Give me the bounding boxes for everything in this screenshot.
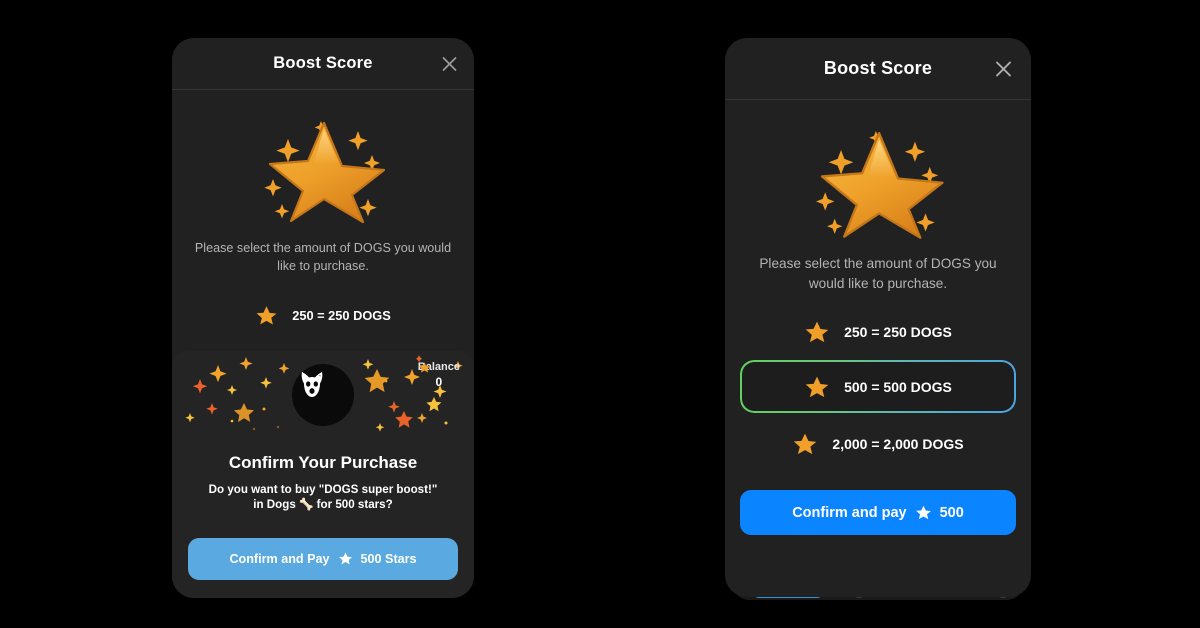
- option-row[interactable]: 250 = 250 DOGS: [172, 304, 474, 327]
- sheet-subtitle-line2: in Dogs 🦴 for 500 stars?: [253, 497, 393, 511]
- sheet-subtitle-line1: Do you want to buy "DOGS super boost!": [208, 483, 438, 496]
- confirm-and-pay-button[interactable]: Confirm and pay 500: [740, 490, 1016, 536]
- star-icon: [805, 376, 829, 398]
- balance-value-row: 0: [418, 362, 460, 389]
- dialog-header-left: Boost Score: [172, 38, 474, 90]
- confirm-button-prefix: Confirm and Pay: [229, 551, 330, 566]
- page-title: Boost Score: [273, 54, 373, 72]
- option-row-selected[interactable]: 500 = 500 DOGS: [740, 360, 1016, 414]
- screenshot-stage: Boost Score Please select the amount of …: [0, 0, 1200, 628]
- star-icon: [418, 362, 430, 373]
- close-icon[interactable]: [994, 59, 1013, 78]
- star-illustration: [172, 98, 474, 233]
- star-icon: [794, 434, 817, 455]
- sparkle-decoration: Balance 0: [172, 351, 474, 439]
- purchase-description: Please select the amount of DOGS you wou…: [194, 241, 452, 274]
- balance-indicator: Balance 0: [418, 361, 460, 389]
- purchase-description: Please select the amount of DOGS you wou…: [759, 256, 997, 291]
- dialog-header-right: Boost Score: [725, 38, 1031, 100]
- option-label: 500 = 500 DOGS: [844, 378, 952, 395]
- star-icon: [338, 552, 352, 565]
- dogs-logo-icon: [292, 364, 354, 426]
- sheet-title: Confirm Your Purchase: [228, 453, 418, 472]
- close-icon[interactable]: [441, 55, 458, 72]
- boost-score-dialog-right: Boost Score Please select the amount of …: [725, 38, 1031, 597]
- confirm-button-prefix: Confirm and pay: [792, 504, 907, 521]
- option-row[interactable]: 2,000 = 2,000 DOGS: [725, 431, 1031, 457]
- confirm-and-pay-button[interactable]: Confirm and Pay 500 Stars: [188, 537, 458, 580]
- boost-score-dialog-left: Boost Score Please select the amount of …: [172, 38, 474, 598]
- confirm-button-amount: 500: [939, 504, 964, 521]
- option-label: 2,000 = 2,000 DOGS: [832, 436, 964, 453]
- option-label: 250 = 250 DOGS: [844, 324, 952, 341]
- balance-amount: 0: [435, 374, 443, 389]
- option-row[interactable]: 250 = 250 DOGS: [725, 319, 1031, 345]
- confirm-button-amount: 500 Stars: [360, 551, 417, 566]
- star-icon: [805, 322, 829, 343]
- star-icon: [256, 305, 277, 325]
- star-icon: [915, 506, 931, 520]
- star-illustration: [725, 108, 1031, 248]
- confirm-purchase-sheet: Balance 0 Confirm Your Purchase Do you w…: [172, 351, 474, 598]
- page-title: Boost Score: [823, 58, 933, 78]
- option-label: 250 = 250 DOGS: [292, 307, 391, 323]
